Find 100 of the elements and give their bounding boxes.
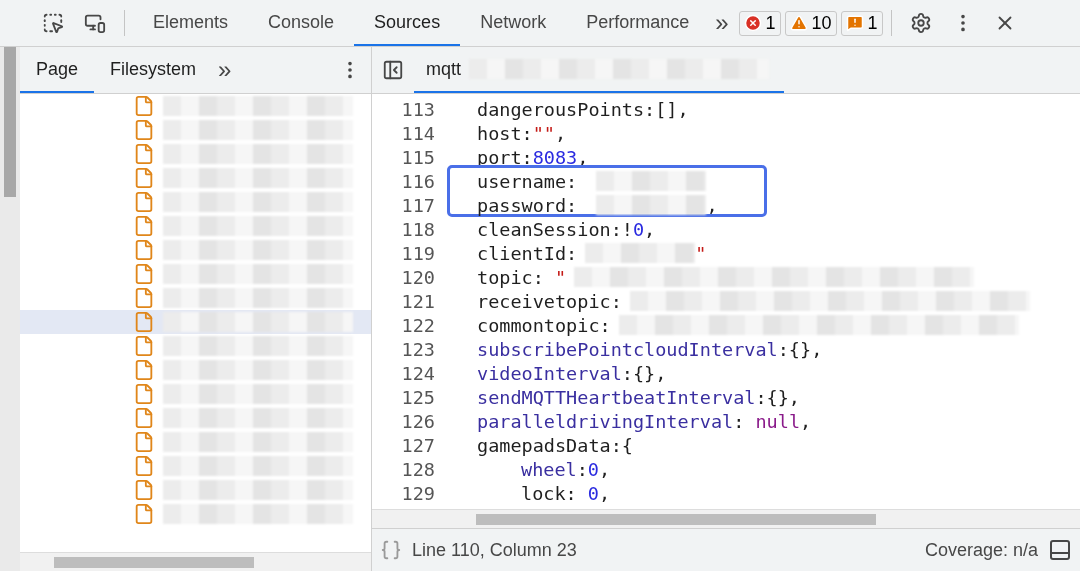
line-number: 121: [400, 290, 435, 312]
code-token: ,: [598, 482, 611, 504]
code-token: 0: [632, 218, 645, 240]
line-number: 116: [400, 170, 435, 192]
file-icon: [133, 239, 155, 261]
format-icon[interactable]: [380, 539, 402, 561]
line-number: 113: [400, 98, 435, 120]
code-token: sendMQTTHeartbeatInterval: [477, 386, 756, 408]
code-token: receivetopic:: [477, 290, 622, 312]
file-icon: [133, 95, 155, 117]
code-token: ": [554, 266, 567, 288]
navigator-tab[interactable]: Filesystem: [94, 47, 213, 93]
scrollbar[interactable]: [372, 509, 1080, 528]
issue-counter[interactable]: 1: [840, 10, 883, 36]
file-icon: [133, 383, 155, 405]
file-icon: [133, 407, 155, 429]
code-token: :: [576, 458, 588, 480]
file-icon: [133, 191, 155, 213]
code-token: commontopic:: [477, 314, 611, 336]
code-token: port:: [477, 146, 533, 168]
file-icon: [133, 335, 155, 357]
inspect-icon[interactable]: [42, 12, 64, 34]
code-token: cleanSession:!: [477, 218, 633, 240]
line-number: 117: [400, 194, 435, 216]
more-tabs-button[interactable]: »: [715, 9, 729, 37]
code-token: videoInterval: [477, 362, 622, 384]
code-token: 8083: [532, 146, 578, 168]
warning-icon: [789, 14, 808, 32]
code-token: subscribePointcloudInterval: [477, 338, 778, 360]
file-icon: [133, 431, 155, 453]
scrollbar[interactable]: [20, 552, 371, 571]
code-token: null: [755, 410, 801, 432]
warning-counter[interactable]: 10: [784, 10, 837, 36]
line-number: 122: [400, 314, 435, 336]
more-tabs-button[interactable]: »: [218, 56, 232, 84]
drawer-toggle-icon[interactable]: [1048, 538, 1072, 562]
code-token: ": [695, 242, 707, 264]
line-number: 129: [400, 482, 435, 504]
code-token: ,: [706, 194, 718, 216]
counter-text: 1: [867, 12, 878, 34]
file-icon: [133, 287, 155, 309]
panel-tab[interactable]: Network: [460, 0, 567, 46]
code-token: username:: [477, 170, 579, 192]
file-icon: [133, 503, 155, 525]
code-token: lock:: [521, 482, 578, 504]
code-token: host:: [477, 122, 533, 144]
file-icon: [133, 455, 155, 477]
file-icon: [133, 311, 155, 333]
file-icon: [133, 263, 155, 285]
file-icon: [133, 359, 155, 381]
file-icon: [133, 119, 155, 141]
file-icon: [133, 479, 155, 501]
code-token: ,: [644, 218, 656, 240]
code-token: 0: [587, 482, 599, 504]
code-token: :{},: [755, 386, 800, 408]
code-token: :{},: [621, 362, 667, 384]
code-token: topic:: [477, 266, 545, 288]
sidebar-toggle-icon[interactable]: [382, 59, 404, 81]
code-token: ,: [555, 122, 567, 144]
panel-tab[interactable]: Performance: [566, 0, 710, 46]
code-token: "": [532, 122, 555, 144]
file-item[interactable]: [20, 310, 371, 334]
cursor-position: Line 110, Column 23: [412, 539, 577, 561]
line-number: 127: [400, 434, 435, 456]
line-number: 125: [400, 386, 435, 408]
line-number: 115: [400, 146, 435, 168]
code-token: password:: [477, 194, 579, 216]
code-token: dangerousPoints:[],: [477, 98, 689, 120]
error-counter[interactable]: 1: [738, 10, 781, 36]
scrollbar[interactable]: [0, 47, 20, 571]
issue-icon: [845, 14, 864, 32]
panel-tab[interactable]: Elements: [133, 0, 249, 46]
file-icon: [133, 143, 155, 165]
code-token: wheel: [521, 458, 577, 480]
line-number: 118: [400, 218, 435, 240]
line-number: 124: [400, 362, 435, 384]
code-token: paralleldrivingInterval: [477, 410, 734, 432]
coverage-text: Coverage: n/a: [924, 539, 1038, 561]
code-token: :{},: [777, 338, 823, 360]
navigator-tab[interactable]: Page: [20, 47, 95, 93]
line-number: 126: [400, 410, 435, 432]
code-token: :: [733, 410, 746, 432]
code-token: gamepadsData:{: [477, 434, 633, 456]
line-number: 119: [400, 242, 435, 264]
error-icon: [743, 14, 762, 32]
code-token: clientId:: [477, 242, 578, 264]
line-number: 120: [400, 266, 435, 288]
code-token: ,: [599, 458, 611, 480]
line-number: 114: [400, 122, 435, 144]
code-token: ,: [800, 410, 812, 432]
code-token: 0: [587, 458, 599, 480]
panel-tab[interactable]: Console: [248, 0, 355, 46]
device-toggle-icon[interactable]: [84, 12, 106, 34]
file-icon: [133, 215, 155, 237]
settings-icon[interactable]: [909, 12, 932, 34]
line-number: 128: [400, 458, 435, 480]
counter-text: 1: [765, 12, 776, 34]
file-icon: [133, 167, 155, 189]
line-number: 123: [400, 338, 435, 360]
counter-text: 10: [811, 12, 832, 34]
